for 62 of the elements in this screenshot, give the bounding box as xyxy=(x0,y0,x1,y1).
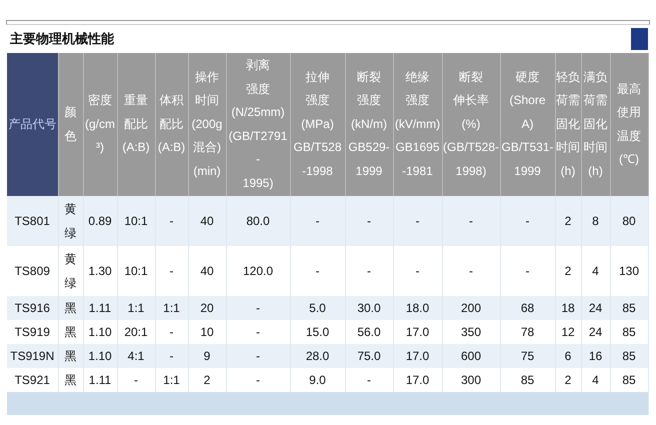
table-cell: - xyxy=(290,196,345,246)
table-cell: 75.0 xyxy=(345,344,393,368)
table-cell: 85 xyxy=(610,296,648,320)
table-cell: 黑 xyxy=(58,344,83,368)
column-header: 拉伸强度(MPa) GB/T528 -1998 xyxy=(290,53,345,196)
table-cell: 200 xyxy=(442,296,500,320)
table-cell: 0.89 xyxy=(83,196,117,246)
table-cell: 17.0 xyxy=(393,344,442,368)
table-cell: - xyxy=(155,344,188,368)
table-cell: 8 xyxy=(581,196,610,246)
table-cell: TS801 xyxy=(7,196,58,246)
table-cell: 18 xyxy=(555,296,581,320)
table-cell: 1.11 xyxy=(83,296,117,320)
column-header: 产品代号 xyxy=(7,53,58,196)
table-cell: - xyxy=(155,196,188,246)
square-icon[interactable] xyxy=(631,28,648,50)
table-cell: 2 xyxy=(555,196,581,246)
table-cell: 黑 xyxy=(58,296,83,320)
table-cell: 75 xyxy=(500,344,555,368)
table-cell: 40 xyxy=(188,196,226,246)
table-cell: 68 xyxy=(500,296,555,320)
table-cell: 1:1 xyxy=(155,296,188,320)
table-cell: 18.0 xyxy=(393,296,442,320)
column-header: 断裂伸长率(%) (GB/T528- 1998) xyxy=(442,53,500,196)
table-cell: TS916 xyxy=(7,296,58,320)
table-cell: 80.0 xyxy=(226,196,290,246)
column-header: 轻负荷需固化时间(h) xyxy=(555,53,581,196)
column-header: 断裂强度(kN/m) GB529- 1999 xyxy=(345,53,393,196)
table-cell: 30.0 xyxy=(345,296,393,320)
table-cell: 1:1 xyxy=(117,296,155,320)
column-header: 最高使用温度(℃) xyxy=(610,53,648,196)
column-header: 颜色 xyxy=(58,53,83,196)
column-header: 满负荷需固化时间(h) xyxy=(581,53,610,196)
column-header: 重量配比(A:B) xyxy=(117,53,155,196)
column-header: 剥离强度(N/25mm) (GB/T2791 - 1995) xyxy=(226,53,290,196)
column-header: 硬度(Shore A) GB/T531- 1999 xyxy=(500,53,555,196)
table-cell: - xyxy=(345,196,393,246)
table-cell: - xyxy=(500,196,555,246)
table-cell: 10:1 xyxy=(117,196,155,246)
table-cell: - xyxy=(226,344,290,368)
table-cell: 28.0 xyxy=(290,344,345,368)
column-header: 操作时间(200g 混合) (min) xyxy=(188,53,226,196)
column-header: 绝缘强度(kV/mm) GB1695 -1981 xyxy=(393,53,442,196)
table-cell: 16 xyxy=(581,344,610,368)
table-cell: 24 xyxy=(581,296,610,320)
table-cell: 85 xyxy=(610,344,648,368)
column-header: 密度(g/cm ³) xyxy=(83,53,117,196)
table-cell: 80 xyxy=(610,196,648,246)
section-title: 主要物理机械性能 xyxy=(10,30,114,48)
table-cell: - xyxy=(442,196,500,246)
table-cell: 1.10 xyxy=(83,344,117,368)
table-cell: 5.0 xyxy=(290,296,345,320)
table-cell: 20 xyxy=(188,296,226,320)
column-header: 体积配比(A:B) xyxy=(155,53,188,196)
table-cell: 600 xyxy=(442,344,500,368)
table-cell: - xyxy=(226,296,290,320)
table-cell: 4:1 xyxy=(117,344,155,368)
table-cell: - xyxy=(393,196,442,246)
table-cell: 6 xyxy=(555,344,581,368)
table-cell: 黄绿 xyxy=(58,196,83,246)
table-cell: 9 xyxy=(188,344,226,368)
table-cell: TS919N xyxy=(7,344,58,368)
